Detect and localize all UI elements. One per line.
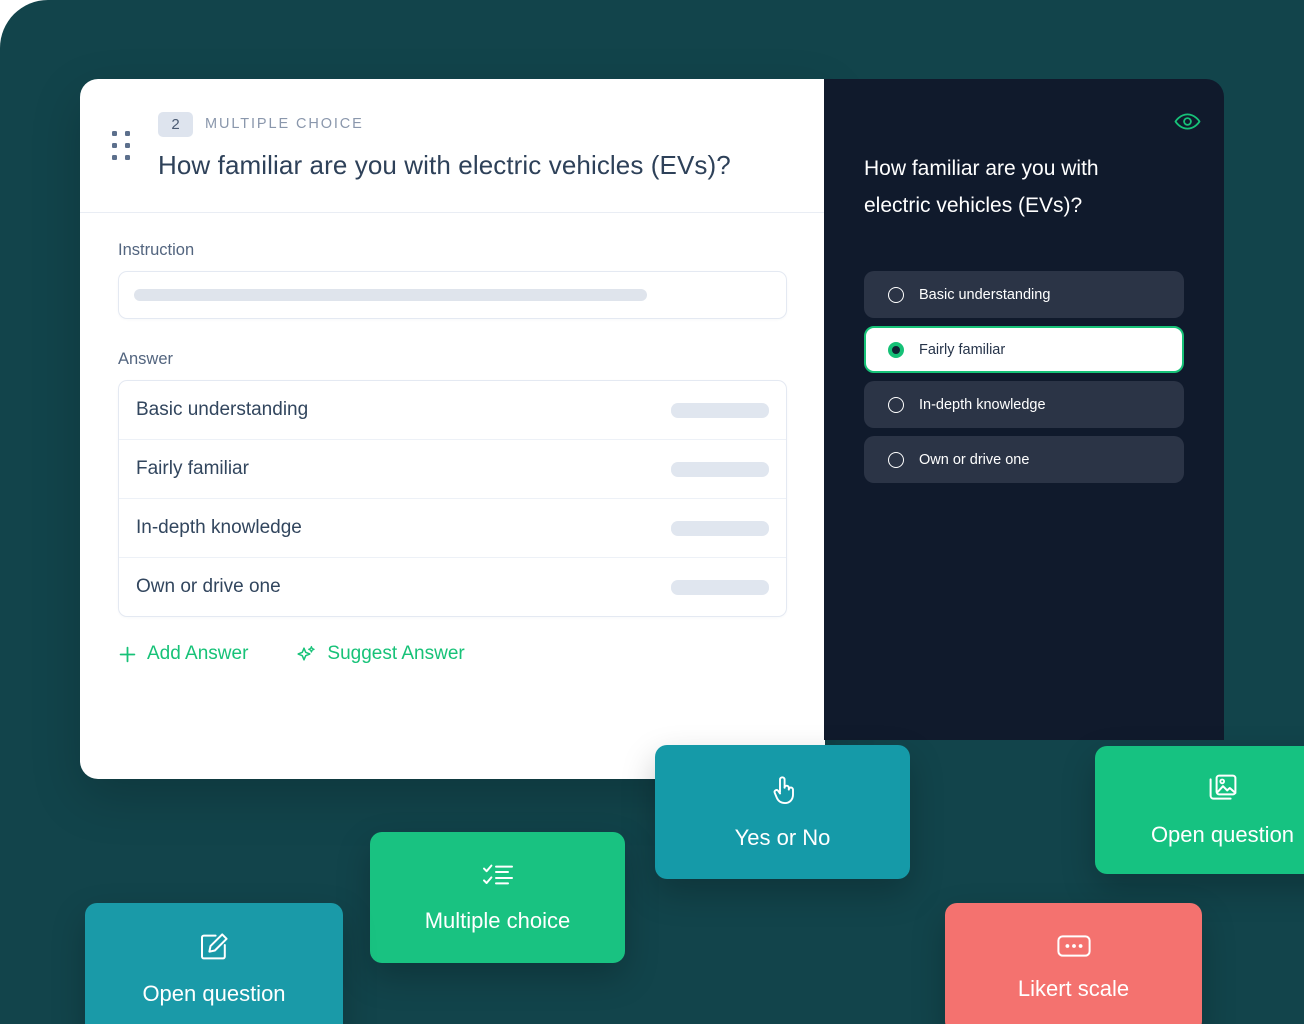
question-meta: 2 MULTIPLE CHOICE [158,111,801,137]
preview-option-in-depth-knowledge[interactable]: In-depth knowledge [864,381,1184,428]
answer-placeholder-chip [671,461,769,477]
answer-label: Answer [118,350,174,368]
dots-box-icon [1056,934,1091,962]
instruction-label: Instruction [118,241,195,259]
preview-option-own-or-drive-one[interactable]: Own or drive one [864,436,1184,483]
answer-text: Basic understanding [136,399,309,420]
preview-option-label: Own or drive one [919,451,1030,468]
drag-dots-icon[interactable] [112,131,130,165]
app-stage: 2 MULTIPLE CHOICE How familiar are you w… [0,0,1304,1024]
type-card-label: Open question [142,980,286,1006]
sparkle-icon [296,644,317,665]
answer-placeholder-chip [671,579,769,595]
type-card-multiple-choice[interactable]: Multiple choice [370,832,625,963]
answer-text: Own or drive one [136,576,281,597]
suggest-answer-button[interactable]: Suggest Answer [296,643,465,665]
image-icon [1208,773,1238,808]
suggest-answer-label: Suggest Answer [327,643,465,664]
question-preview-panel: How familiar are you with electric vehic… [824,79,1224,740]
instruction-input[interactable] [118,271,787,319]
add-answer-button[interactable]: Add Answer [118,643,248,665]
type-card-open-question-right[interactable]: Open question [1095,746,1304,874]
header-divider [80,212,825,213]
checklist-icon [482,861,514,894]
table-row[interactable]: Fairly familiar [119,440,786,499]
type-card-open-question-left[interactable]: Open question [85,903,343,1024]
radio-icon [888,286,904,303]
preview-option-basic-understanding[interactable]: Basic understanding [864,271,1184,318]
preview-option-label: Fairly familiar [919,341,1006,358]
table-row[interactable]: Basic understanding [119,381,786,440]
radio-icon [888,451,904,468]
question-editor-card: 2 MULTIPLE CHOICE How familiar are you w… [80,79,825,779]
table-row[interactable]: Own or drive one [119,558,786,616]
type-card-label: Multiple choice [424,908,571,933]
preview-option-fairly-familiar[interactable]: Fairly familiar [864,326,1184,373]
type-card-yes-or-no[interactable]: Yes or No [655,745,910,879]
type-card-likert-scale[interactable]: Likert scale [945,903,1202,1024]
type-card-label: Yes or No [734,824,831,850]
pointing-hand-icon [768,774,798,811]
answer-placeholder-chip [671,402,769,418]
question-type-label: MULTIPLE CHOICE [205,116,364,132]
type-card-label: Likert scale [1017,975,1130,1001]
radio-icon [888,396,904,413]
edit-square-icon [199,932,229,967]
editor-actions: Add Answer Suggest Answer [118,643,787,665]
instruction-placeholder-bar [134,289,647,301]
question-number-badge: 2 [158,111,193,137]
preview-options-list: Basic understanding Fairly familiar In-d… [864,271,1184,483]
plus-icon [118,645,137,664]
preview-question-title: How familiar are you with electric vehic… [864,157,1099,217]
preview-option-label: Basic understanding [919,286,1051,303]
preview-option-label: In-depth knowledge [919,396,1046,413]
answer-list: Basic understanding Fairly familiar In-d… [118,380,787,617]
type-card-label: Open question [1150,821,1295,847]
page-title: How familiar are you with electric vehic… [158,150,731,180]
add-answer-label: Add Answer [147,643,249,664]
answer-placeholder-chip [671,520,769,536]
answer-text: Fairly familiar [136,458,249,479]
editor-body: Instruction Answer Basic understanding F… [118,241,787,665]
answer-text: In-depth knowledge [136,517,302,538]
question-header: 2 MULTIPLE CHOICE How familiar are you w… [158,111,801,181]
table-row[interactable]: In-depth knowledge [119,499,786,558]
eye-icon[interactable] [1172,106,1202,136]
radio-selected-icon [888,341,904,358]
